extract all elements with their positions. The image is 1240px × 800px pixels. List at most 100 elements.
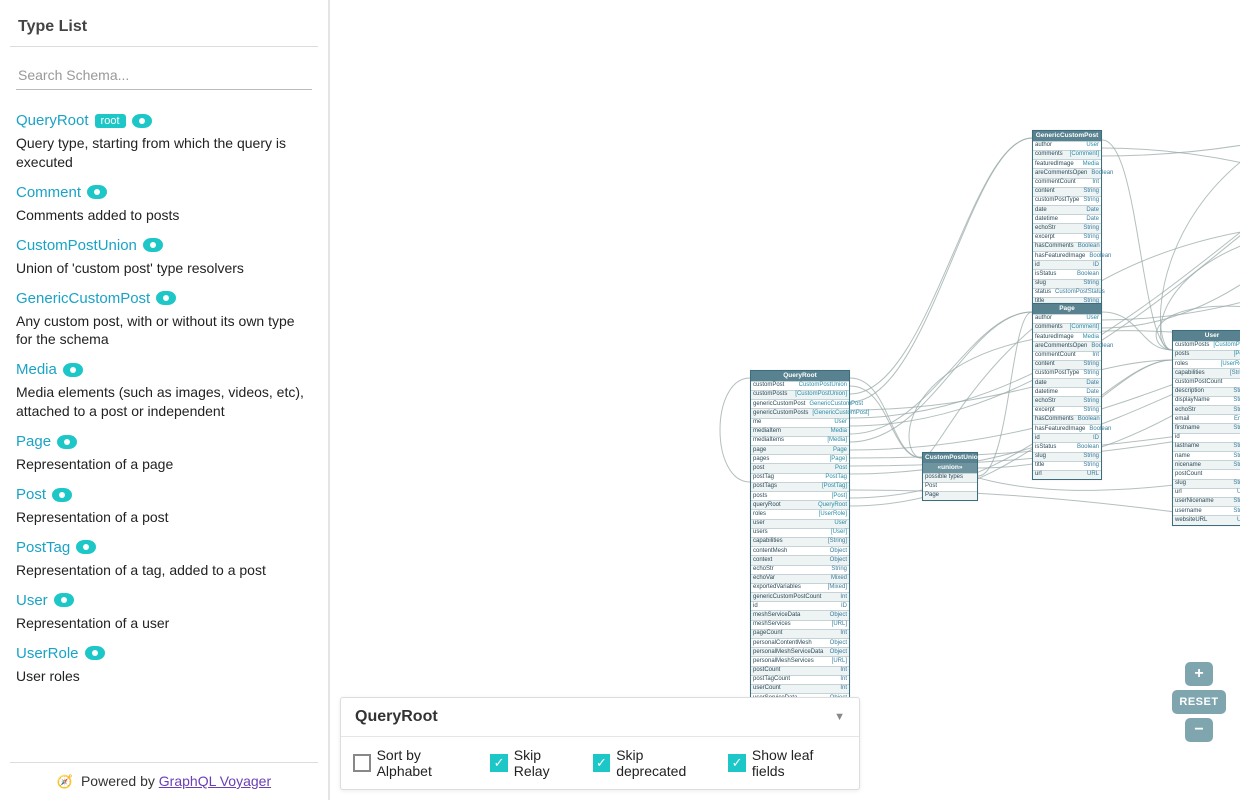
node-field[interactable]: hasFeaturedImageBoolean — [1033, 251, 1101, 260]
node-field[interactable]: customPostTypeString — [1033, 369, 1101, 378]
node-field[interactable]: exportedVariables[Mixed] — [751, 583, 849, 592]
node-field[interactable]: excerptString — [1033, 233, 1101, 242]
node-field[interactable]: hasCommentsBoolean — [1033, 242, 1101, 251]
node-field[interactable]: slugString — [1033, 452, 1101, 461]
node-field[interactable]: hasCommentsBoolean — [1033, 415, 1101, 424]
node-field[interactable]: descriptionString — [1173, 387, 1240, 396]
node-field[interactable]: echoStrString — [1033, 223, 1101, 232]
node-field[interactable]: postTagCountInt — [751, 675, 849, 684]
node-field[interactable]: posts[Post] — [1173, 350, 1240, 359]
node-field[interactable]: authorUser — [1033, 141, 1101, 150]
node-field[interactable]: contentString — [1033, 187, 1101, 196]
node-field[interactable]: nameString — [1173, 451, 1240, 460]
type-link[interactable]: Page — [16, 433, 77, 450]
eye-icon[interactable] — [63, 363, 83, 377]
node-field[interactable]: echoStrString — [1033, 396, 1101, 405]
eye-icon[interactable] — [57, 435, 77, 449]
node-field[interactable]: datetimeDate — [1033, 214, 1101, 223]
zoom-out-button[interactable]: − — [1185, 718, 1213, 742]
node-field[interactable]: meshServices[URL] — [751, 620, 849, 629]
node-field[interactable]: personalMeshServiceDataObject — [751, 647, 849, 656]
type-link[interactable]: User — [16, 592, 74, 609]
node-field[interactable]: genericCustomPosts[GenericCustomPost] — [751, 408, 849, 417]
node-field[interactable]: statusCustomPostStatus — [1033, 288, 1101, 297]
zoom-reset-button[interactable]: RESET — [1172, 690, 1226, 714]
node-field[interactable]: emailEmail — [1173, 414, 1240, 423]
eye-icon[interactable] — [54, 593, 74, 607]
option-sort-by-alphabet[interactable]: Sort by Alphabet — [353, 747, 476, 779]
node-field[interactable]: mediaItems[Media] — [751, 436, 849, 445]
node-field[interactable]: urlURL — [1173, 488, 1240, 497]
checkbox-icon[interactable]: ✓ — [593, 754, 611, 772]
eye-icon[interactable] — [52, 488, 72, 502]
node-field[interactable]: hasFeaturedImageBoolean — [1033, 424, 1101, 433]
node-field[interactable]: customPosts[CustomPostUnion] — [751, 390, 849, 399]
node-field[interactable]: echoVarMixed — [751, 574, 849, 583]
node-field[interactable]: isStatusBoolean — [1033, 442, 1101, 451]
node-field[interactable]: users[User] — [751, 528, 849, 537]
node-field[interactable]: echoStrString — [1173, 405, 1240, 414]
search-input[interactable] — [16, 61, 312, 90]
node-field[interactable]: Post — [923, 482, 977, 491]
eye-icon[interactable] — [132, 114, 152, 128]
type-link[interactable]: GenericCustomPost — [16, 290, 176, 307]
node-field[interactable]: mediaItemMedia — [751, 427, 849, 436]
checkbox-icon[interactable] — [353, 754, 371, 772]
node-field[interactable]: authorUser — [1033, 314, 1101, 323]
node-field[interactable]: contentString — [1033, 360, 1101, 369]
node-field[interactable]: queryRootQueryRoot — [751, 500, 849, 509]
node-field[interactable]: postCountInt — [1173, 469, 1240, 478]
node-field[interactable]: customPostCustomPostUnion — [751, 381, 849, 390]
node-field[interactable]: nicenameString — [1173, 460, 1240, 469]
node-field[interactable]: pages[Page] — [751, 454, 849, 463]
eye-icon[interactable] — [143, 238, 163, 252]
node-field[interactable]: idID — [1033, 433, 1101, 442]
node-field[interactable]: pageCountInt — [751, 629, 849, 638]
graph-node-User[interactable]: UsercustomPosts[CustomPostUnion]posts[Po… — [1172, 330, 1240, 526]
node-field[interactable]: posts[Post] — [751, 491, 849, 500]
node-field[interactable]: websiteURLURL — [1173, 515, 1240, 524]
node-field[interactable]: datetimeDate — [1033, 387, 1101, 396]
node-field[interactable]: idID — [751, 601, 849, 610]
zoom-in-button[interactable]: + — [1185, 662, 1213, 686]
node-field[interactable]: slugString — [1173, 479, 1240, 488]
node-field[interactable]: featuredImageMedia — [1033, 332, 1101, 341]
node-field[interactable]: areCommentsOpenBoolean — [1033, 341, 1101, 350]
type-link[interactable]: UserRole — [16, 645, 105, 662]
node-field[interactable]: postCountInt — [751, 666, 849, 675]
node-field[interactable]: featuredImageMedia — [1033, 159, 1101, 168]
node-field[interactable]: meshServiceDataObject — [751, 610, 849, 619]
node-field[interactable]: isStatusBoolean — [1033, 269, 1101, 278]
node-field[interactable]: dateDate — [1033, 205, 1101, 214]
node-field[interactable]: echoStrString — [751, 565, 849, 574]
graph-canvas[interactable]: QueryRootcustomPostCustomPostUnioncustom… — [330, 0, 1240, 800]
node-field[interactable]: slugString — [1033, 279, 1101, 288]
voyager-link[interactable]: GraphQL Voyager — [159, 773, 271, 789]
type-link[interactable]: Comment — [16, 184, 107, 201]
node-field[interactable]: idID — [1033, 260, 1101, 269]
node-field[interactable]: roles[UserRole] — [751, 509, 849, 518]
node-field[interactable]: genericCustomPostGenericCustomPost — [751, 399, 849, 408]
node-field[interactable]: customPosts[CustomPostUnion] — [1173, 341, 1240, 350]
node-field[interactable]: excerptString — [1033, 406, 1101, 415]
eye-icon[interactable] — [156, 291, 176, 305]
eye-icon[interactable] — [87, 185, 107, 199]
node-field[interactable]: userUser — [751, 519, 849, 528]
node-field[interactable]: possible types — [923, 473, 977, 482]
node-field[interactable]: roles[UserRole] — [1173, 359, 1240, 368]
checkbox-icon[interactable]: ✓ — [490, 754, 508, 772]
node-field[interactable]: comments[Comment] — [1033, 150, 1101, 159]
node-field[interactable]: Page — [923, 491, 977, 500]
node-field[interactable]: contextObject — [751, 555, 849, 564]
node-field[interactable]: postPost — [751, 463, 849, 472]
node-field[interactable]: firstnameString — [1173, 423, 1240, 432]
option-show-leaf-fields[interactable]: ✓Show leaf fields — [728, 747, 847, 779]
node-field[interactable]: usernameString — [1173, 506, 1240, 515]
eye-icon[interactable] — [85, 646, 105, 660]
graph-node-QueryRoot[interactable]: QueryRootcustomPostCustomPostUnioncustom… — [750, 370, 850, 713]
node-field[interactable]: areCommentsOpenBoolean — [1033, 168, 1101, 177]
option-skip-relay[interactable]: ✓Skip Relay — [490, 747, 578, 779]
root-type-select[interactable]: QueryRoot ▼ — [341, 698, 859, 737]
node-field[interactable]: meUser — [751, 418, 849, 427]
node-field[interactable]: userCountInt — [751, 684, 849, 693]
